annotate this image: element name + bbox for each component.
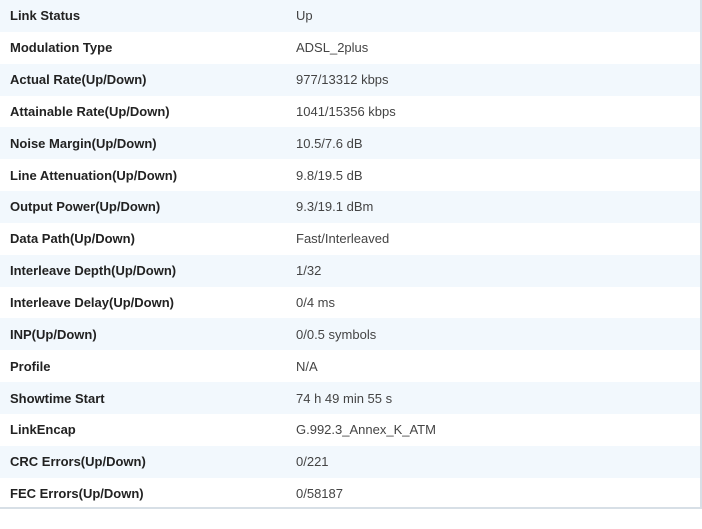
- row-label: Actual Rate(Up/Down): [0, 63, 286, 96]
- row-label: Link Status: [0, 0, 286, 32]
- table-row: Output Power(Up/Down) 9.3/19.1 dBm: [0, 191, 702, 223]
- table-row: Attainable Rate(Up/Down) 1041/15356 kbps: [0, 95, 702, 128]
- row-value: 977/13312 kbps: [286, 63, 702, 96]
- row-value: Up: [286, 0, 702, 32]
- row-value: 0/4 ms: [286, 286, 702, 319]
- row-value: 9.3/19.1 dBm: [286, 191, 702, 223]
- table-row: LinkEncap G.992.3_Annex_K_ATM: [0, 413, 702, 446]
- row-label: Modulation Type: [0, 31, 286, 64]
- row-label: FEC Errors(Up/Down): [0, 477, 286, 510]
- row-label: LinkEncap: [0, 413, 286, 446]
- table-row: FEC Errors(Up/Down) 0/58187: [0, 477, 702, 510]
- row-value: 10.5/7.6 dB: [286, 127, 702, 160]
- table-row: CRC Errors(Up/Down) 0/221: [0, 445, 702, 478]
- row-value: Fast/Interleaved: [286, 222, 702, 255]
- row-value: 0/58187: [286, 477, 702, 510]
- row-label: INP(Up/Down): [0, 318, 286, 351]
- row-label: Output Power(Up/Down): [0, 191, 286, 223]
- row-label: Noise Margin(Up/Down): [0, 127, 286, 160]
- table-row: Actual Rate(Up/Down) 977/13312 kbps: [0, 63, 702, 96]
- table-row: Interleave Delay(Up/Down) 0/4 ms: [0, 286, 702, 319]
- row-value: N/A: [286, 350, 702, 383]
- row-value: 74 h 49 min 55 s: [286, 382, 702, 414]
- table-row: Noise Margin(Up/Down) 10.5/7.6 dB: [0, 127, 702, 160]
- row-value: 1/32: [286, 254, 702, 287]
- row-value: 9.8/19.5 dB: [286, 159, 702, 192]
- dsl-status-table: Link Status Up Modulation Type ADSL_2plu…: [0, 0, 702, 510]
- table-row: Data Path(Up/Down) Fast/Interleaved: [0, 222, 702, 255]
- row-label: Line Attenuation(Up/Down): [0, 159, 286, 192]
- table-row: Link Status Up: [0, 0, 702, 32]
- row-label: Interleave Delay(Up/Down): [0, 286, 286, 319]
- row-label: Showtime Start: [0, 382, 286, 414]
- row-value: 0/0.5 symbols: [286, 318, 702, 351]
- table-row: Interleave Depth(Up/Down) 1/32: [0, 254, 702, 287]
- table-row: Modulation Type ADSL_2plus: [0, 31, 702, 64]
- row-value: 0/221: [286, 445, 702, 478]
- row-value: G.992.3_Annex_K_ATM: [286, 413, 702, 446]
- row-label: Attainable Rate(Up/Down): [0, 95, 286, 128]
- table-row: Showtime Start 74 h 49 min 55 s: [0, 382, 702, 414]
- table-row: Line Attenuation(Up/Down) 9.8/19.5 dB: [0, 159, 702, 192]
- row-value: ADSL_2plus: [286, 31, 702, 64]
- row-label: Profile: [0, 350, 286, 383]
- row-label: CRC Errors(Up/Down): [0, 445, 286, 478]
- row-value: 1041/15356 kbps: [286, 95, 702, 128]
- table-bottom-border: [0, 507, 702, 509]
- table-row: INP(Up/Down) 0/0.5 symbols: [0, 318, 702, 351]
- row-label: Interleave Depth(Up/Down): [0, 254, 286, 287]
- row-label: Data Path(Up/Down): [0, 222, 286, 255]
- table-row: Profile N/A: [0, 350, 702, 383]
